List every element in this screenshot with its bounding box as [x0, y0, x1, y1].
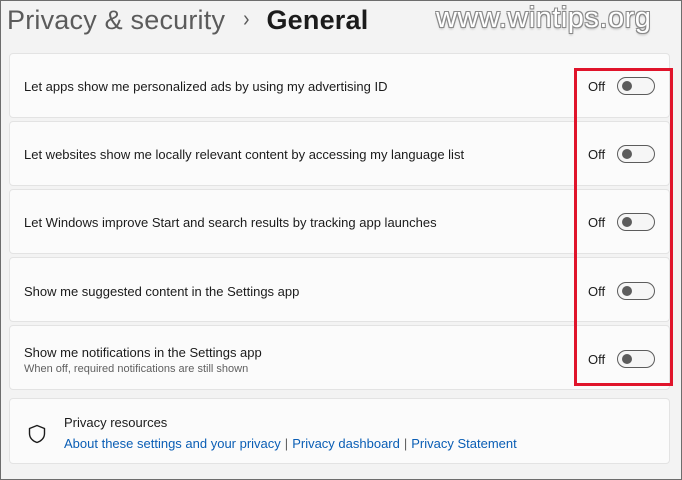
about-settings-privacy-link[interactable]: About these settings and your privacy: [64, 436, 281, 451]
privacy-statement-link[interactable]: Privacy Statement: [411, 436, 517, 451]
privacy-dashboard-link[interactable]: Privacy dashboard: [292, 436, 400, 451]
setting-label: Let websites show me locally relevant co…: [24, 147, 465, 162]
shield-icon: [28, 424, 46, 444]
toggle-knob: [622, 81, 632, 91]
privacy-resources-links: About these settings and your privacy | Pr…: [64, 436, 517, 451]
privacy-resources-title: Privacy resources: [64, 415, 168, 430]
setting-row-advertising-id: Let apps show me personalized ads by usi…: [9, 53, 670, 118]
toggle-state-label: Off: [588, 147, 606, 162]
app-launch-tracking-toggle[interactable]: [617, 213, 655, 231]
toggle-state-label: Off: [588, 79, 606, 94]
link-separator: |: [284, 436, 289, 451]
breadcrumb-chevron-icon: ›: [243, 6, 250, 32]
setting-row-language-list: Let websites show me locally relevant co…: [9, 121, 670, 186]
setting-sublabel: When off, required notifications are sti…: [24, 363, 249, 375]
advertising-id-toggle[interactable]: [617, 77, 655, 95]
toggle-knob: [622, 354, 632, 364]
page-title: General: [266, 4, 369, 35]
toggle-knob: [622, 149, 632, 159]
toggle-state-label: Off: [588, 352, 606, 367]
setting-label: Let Windows improve Start and search res…: [24, 215, 437, 230]
toggle-state-label: Off: [588, 284, 606, 299]
setting-label: Let apps show me personalized ads by usi…: [24, 79, 388, 94]
setting-row-suggested-content: Show me suggested content in the Setting…: [9, 257, 670, 322]
privacy-resources-card: Privacy resources About these settings a…: [9, 398, 670, 464]
breadcrumb: Privacy & security › General: [7, 0, 368, 40]
breadcrumb-parent-privacy-security[interactable]: Privacy & security: [7, 5, 225, 36]
language-list-toggle[interactable]: [617, 145, 655, 163]
toggle-knob: [622, 286, 632, 296]
toggle-knob: [622, 217, 632, 227]
link-separator: |: [403, 436, 408, 451]
suggested-content-toggle[interactable]: [617, 282, 655, 300]
setting-row-app-launch-tracking: Let Windows improve Start and search res…: [9, 189, 670, 254]
setting-row-settings-notifications: Show me notifications in the Settings ap…: [9, 325, 670, 390]
setting-label: Show me suggested content in the Setting…: [24, 284, 300, 299]
watermark: www.wintips.org: [436, 2, 652, 34]
settings-notifications-toggle[interactable]: [617, 350, 655, 368]
setting-label: Show me notifications in the Settings ap…: [24, 345, 262, 360]
toggle-state-label: Off: [588, 215, 606, 230]
